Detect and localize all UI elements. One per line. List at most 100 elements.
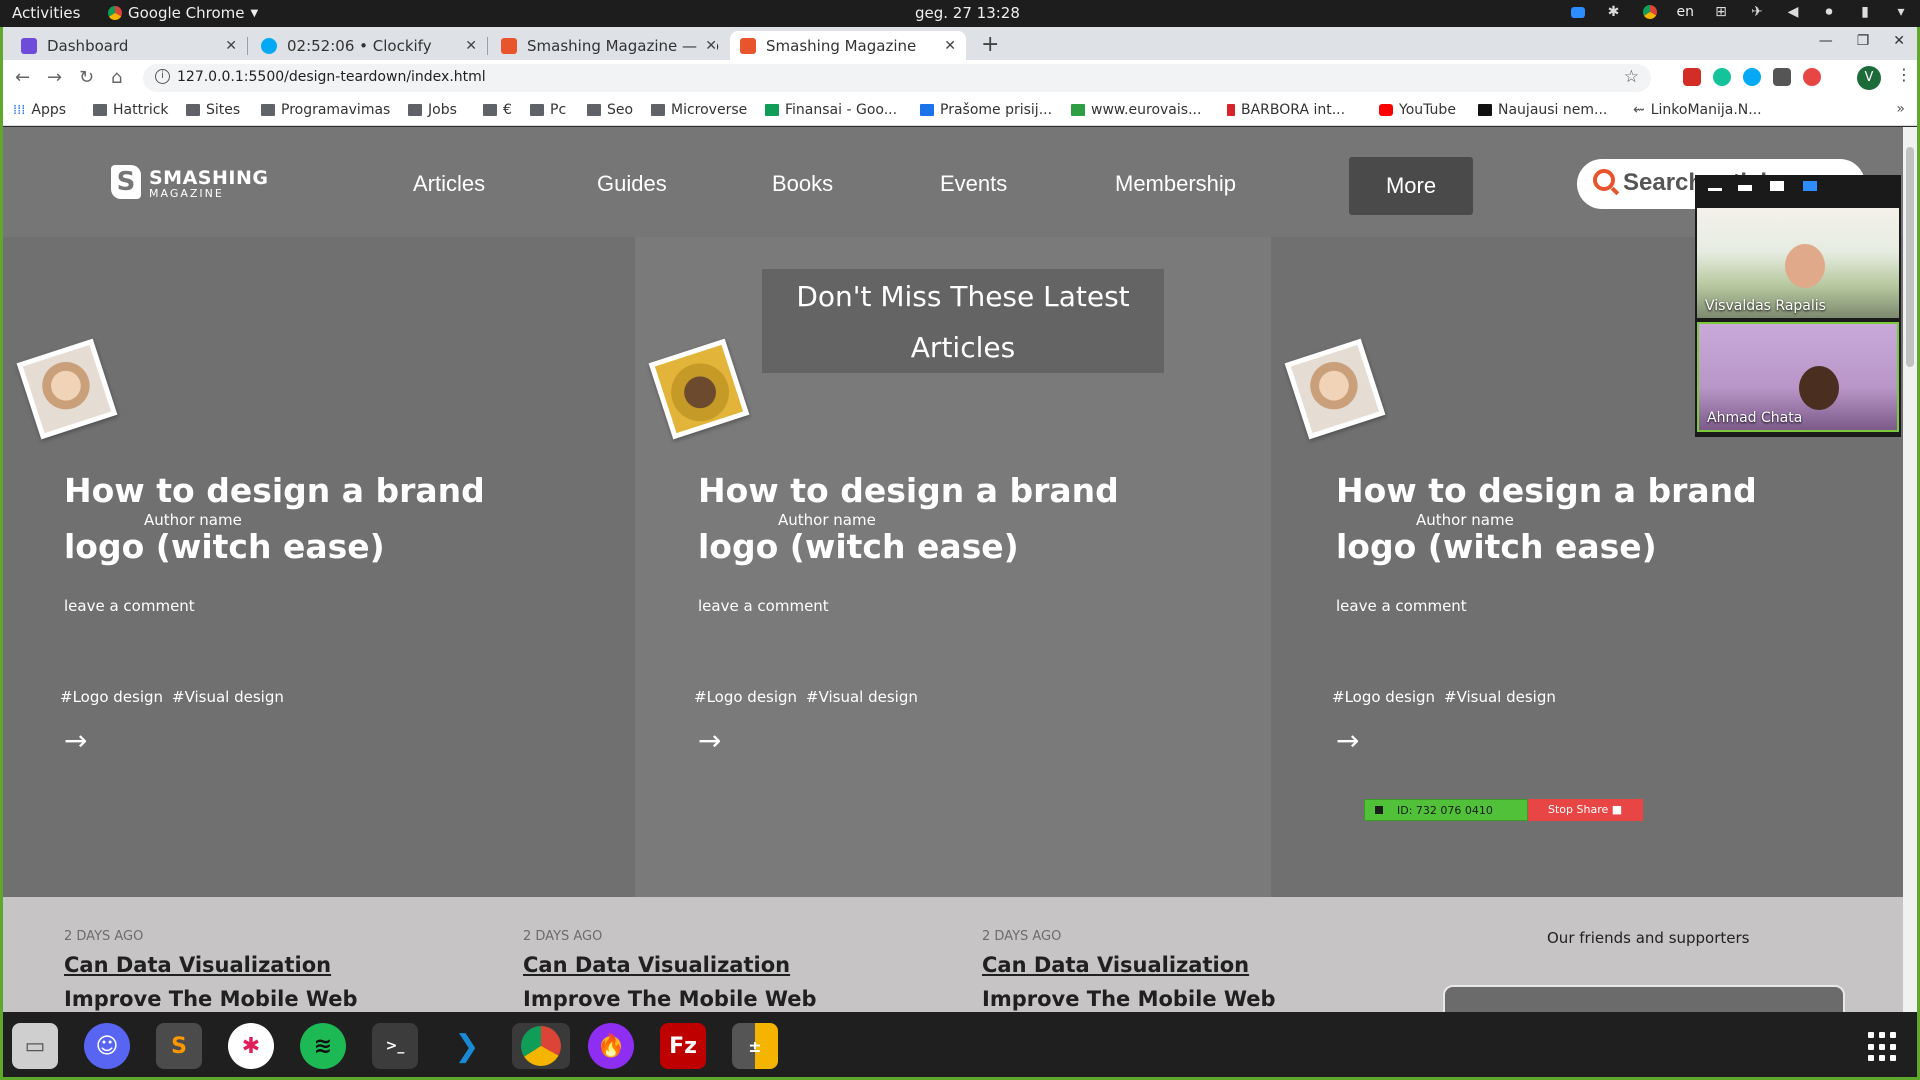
scrollbar-thumb[interactable] xyxy=(1906,147,1914,367)
article-title[interactable]: How to design a brand logo (witch ease) xyxy=(698,463,1198,575)
tab-clockify[interactable]: 02:52:06 • Clockify ✕ xyxy=(251,31,488,60)
slack-icon[interactable]: ✱ xyxy=(228,1023,274,1069)
minimize-panel-icon[interactable] xyxy=(1708,188,1722,191)
close-icon[interactable]: ✕ xyxy=(701,37,717,54)
leave-comment-link[interactable]: leave a comment xyxy=(698,597,829,615)
bookmark-naujausi[interactable]: Naujausi nem... xyxy=(1478,102,1607,118)
terminal-icon[interactable]: >_ xyxy=(372,1023,418,1069)
discord-icon[interactable]: ☺ xyxy=(84,1023,130,1069)
stop-share-button[interactable]: Stop Share ■ xyxy=(1528,799,1643,821)
record-extension-icon[interactable] xyxy=(1803,68,1821,86)
address-bar[interactable]: i 127.0.0.1:5500/design-teardown/index.h… xyxy=(143,64,1651,92)
bookmark-eurovais[interactable]: www.eurovais... xyxy=(1071,102,1201,118)
close-window-button[interactable]: ✕ xyxy=(1893,33,1905,49)
tab-smashing-fo[interactable]: Smashing Magazine — Fo ✕ xyxy=(491,31,727,60)
nav-membership[interactable]: Membership xyxy=(1115,171,1236,197)
bookmark-folder[interactable]: € xyxy=(483,102,512,118)
bookmarks-overflow-button[interactable]: » xyxy=(1896,101,1905,117)
bookmark-folder[interactable]: Pc xyxy=(530,102,566,118)
filezilla-icon[interactable]: Fz xyxy=(660,1023,706,1069)
firefox-icon[interactable]: 🔥 xyxy=(588,1023,634,1069)
close-icon[interactable]: ✕ xyxy=(225,38,237,54)
read-more-arrow[interactable]: → xyxy=(698,724,721,757)
tab-dashboard[interactable]: Dashboard ✕ xyxy=(11,31,248,60)
leave-comment-link[interactable]: leave a comment xyxy=(1336,597,1467,615)
bookmark-finansai[interactable]: Finansai - Goo... xyxy=(765,102,897,118)
nav-events[interactable]: Events xyxy=(940,171,1007,197)
chrome-tray-icon[interactable] xyxy=(1641,3,1659,21)
read-more-arrow[interactable]: → xyxy=(64,724,87,757)
recent-post-link[interactable]: Can Data Visualization xyxy=(523,953,790,977)
recent-post-title-line-2[interactable]: Improve The Mobile Web xyxy=(64,987,358,1011)
reload-button[interactable]: ↻ xyxy=(79,67,94,88)
chrome-dock-icon[interactable] xyxy=(512,1023,570,1069)
sublime-text-icon[interactable]: S xyxy=(156,1023,202,1069)
power-menu-icon[interactable]: ▾ xyxy=(1892,3,1910,21)
minimize-button[interactable]: — xyxy=(1819,33,1833,49)
network-icon[interactable]: ⊞ xyxy=(1712,3,1730,21)
new-tab-button[interactable]: + xyxy=(981,32,999,57)
recent-post-title-line-2[interactable]: Improve The Mobile Web xyxy=(523,987,817,1011)
nav-guides[interactable]: Guides xyxy=(597,171,667,197)
volume-icon[interactable]: ◀ xyxy=(1784,3,1802,21)
participant-video[interactable]: Visvaldas Rapalis xyxy=(1697,208,1899,318)
vscode-icon[interactable]: ❯ xyxy=(444,1023,490,1069)
system-tray[interactable]: ✱ en ⊞ ✈ ◀ ⏺ ▮ ▾ xyxy=(1569,3,1911,21)
spotify-icon[interactable]: ≋ xyxy=(300,1023,346,1069)
extension-icon[interactable] xyxy=(1773,68,1791,86)
read-more-arrow[interactable]: → xyxy=(1336,724,1359,757)
bookmark-prasome[interactable]: Prašome prisij... xyxy=(920,102,1052,118)
bookmark-folder[interactable]: Programavimas xyxy=(261,102,390,118)
zoom-icon[interactable] xyxy=(1569,3,1587,21)
bookmark-folder[interactable]: Seo xyxy=(587,102,633,118)
tag-link[interactable]: #Logo design xyxy=(60,688,163,706)
bookmark-folder[interactable]: Microverse xyxy=(651,102,747,118)
single-view-icon[interactable] xyxy=(1770,181,1784,191)
files-icon[interactable]: ▭ xyxy=(12,1023,58,1069)
tag-link[interactable]: #Visual design xyxy=(806,688,918,706)
nav-articles[interactable]: Articles xyxy=(413,171,485,197)
article-title[interactable]: How to design a brand logo (witch ease) xyxy=(1336,463,1836,575)
grammarly-extension-icon[interactable] xyxy=(1713,68,1731,86)
close-icon[interactable]: ✕ xyxy=(465,38,477,54)
tag-link[interactable]: #Logo design xyxy=(694,688,797,706)
tag-link[interactable]: #Logo design xyxy=(1332,688,1435,706)
url-text[interactable]: 127.0.0.1:5500/design-teardown/index.htm… xyxy=(177,69,486,85)
page-scrollbar[interactable] xyxy=(1903,127,1917,1012)
tag-link[interactable]: #Visual design xyxy=(1444,688,1556,706)
participant-video-active[interactable]: Ahmad Chata xyxy=(1697,322,1899,432)
nav-books[interactable]: Books xyxy=(772,171,833,197)
recent-post-link[interactable]: Can Data Visualization xyxy=(982,953,1249,977)
bookmark-barbora[interactable]: BARBORA int... xyxy=(1227,102,1345,118)
tab-smashing-active[interactable]: Smashing Magazine ✕ xyxy=(730,31,966,60)
close-icon[interactable]: ✕ xyxy=(944,38,956,54)
clock[interactable]: geg. 27 13:28 xyxy=(915,4,1020,22)
article-title[interactable]: How to design a brand logo (witch ease) xyxy=(64,463,564,575)
microphone-icon[interactable]: ⏺ xyxy=(1820,3,1838,21)
lastpass-extension-icon[interactable] xyxy=(1683,68,1701,86)
activities-button[interactable]: Activities xyxy=(12,4,80,22)
strip-view-icon[interactable] xyxy=(1738,185,1752,191)
bookmark-folder[interactable]: Sites xyxy=(186,102,240,118)
show-applications-icon[interactable] xyxy=(1868,1032,1898,1062)
clockify-extension-icon[interactable] xyxy=(1743,68,1761,86)
nav-more-button[interactable]: More xyxy=(1349,157,1473,215)
leave-comment-link[interactable]: leave a comment xyxy=(64,597,195,615)
bookmark-star-icon[interactable]: ☆ xyxy=(1624,67,1639,87)
bookmark-youtube[interactable]: YouTube xyxy=(1379,102,1456,118)
tag-link[interactable]: #Visual design xyxy=(172,688,284,706)
gallery-view-icon[interactable] xyxy=(1803,181,1817,191)
maximize-button[interactable]: ❐ xyxy=(1857,33,1870,49)
bookmark-linkomanija[interactable]: ⇜ LinkoManija.N... xyxy=(1633,102,1762,118)
site-info-icon[interactable]: i xyxy=(155,69,170,84)
bookmark-folder[interactable]: Hattrick xyxy=(93,102,169,118)
forward-button[interactable]: → xyxy=(47,67,62,88)
menu-icon[interactable]: ⋮ xyxy=(1896,65,1912,84)
meeting-id[interactable]: ID: 732 076 0410 xyxy=(1364,799,1528,821)
airplane-icon[interactable]: ✈ xyxy=(1748,3,1766,21)
app-menu[interactable]: Google Chrome ▼ xyxy=(108,4,258,22)
home-button[interactable]: ⌂ xyxy=(111,67,122,88)
slack-tray-icon[interactable]: ✱ xyxy=(1605,3,1623,21)
profile-avatar[interactable]: V xyxy=(1857,66,1881,90)
back-button[interactable]: ← xyxy=(15,67,30,88)
